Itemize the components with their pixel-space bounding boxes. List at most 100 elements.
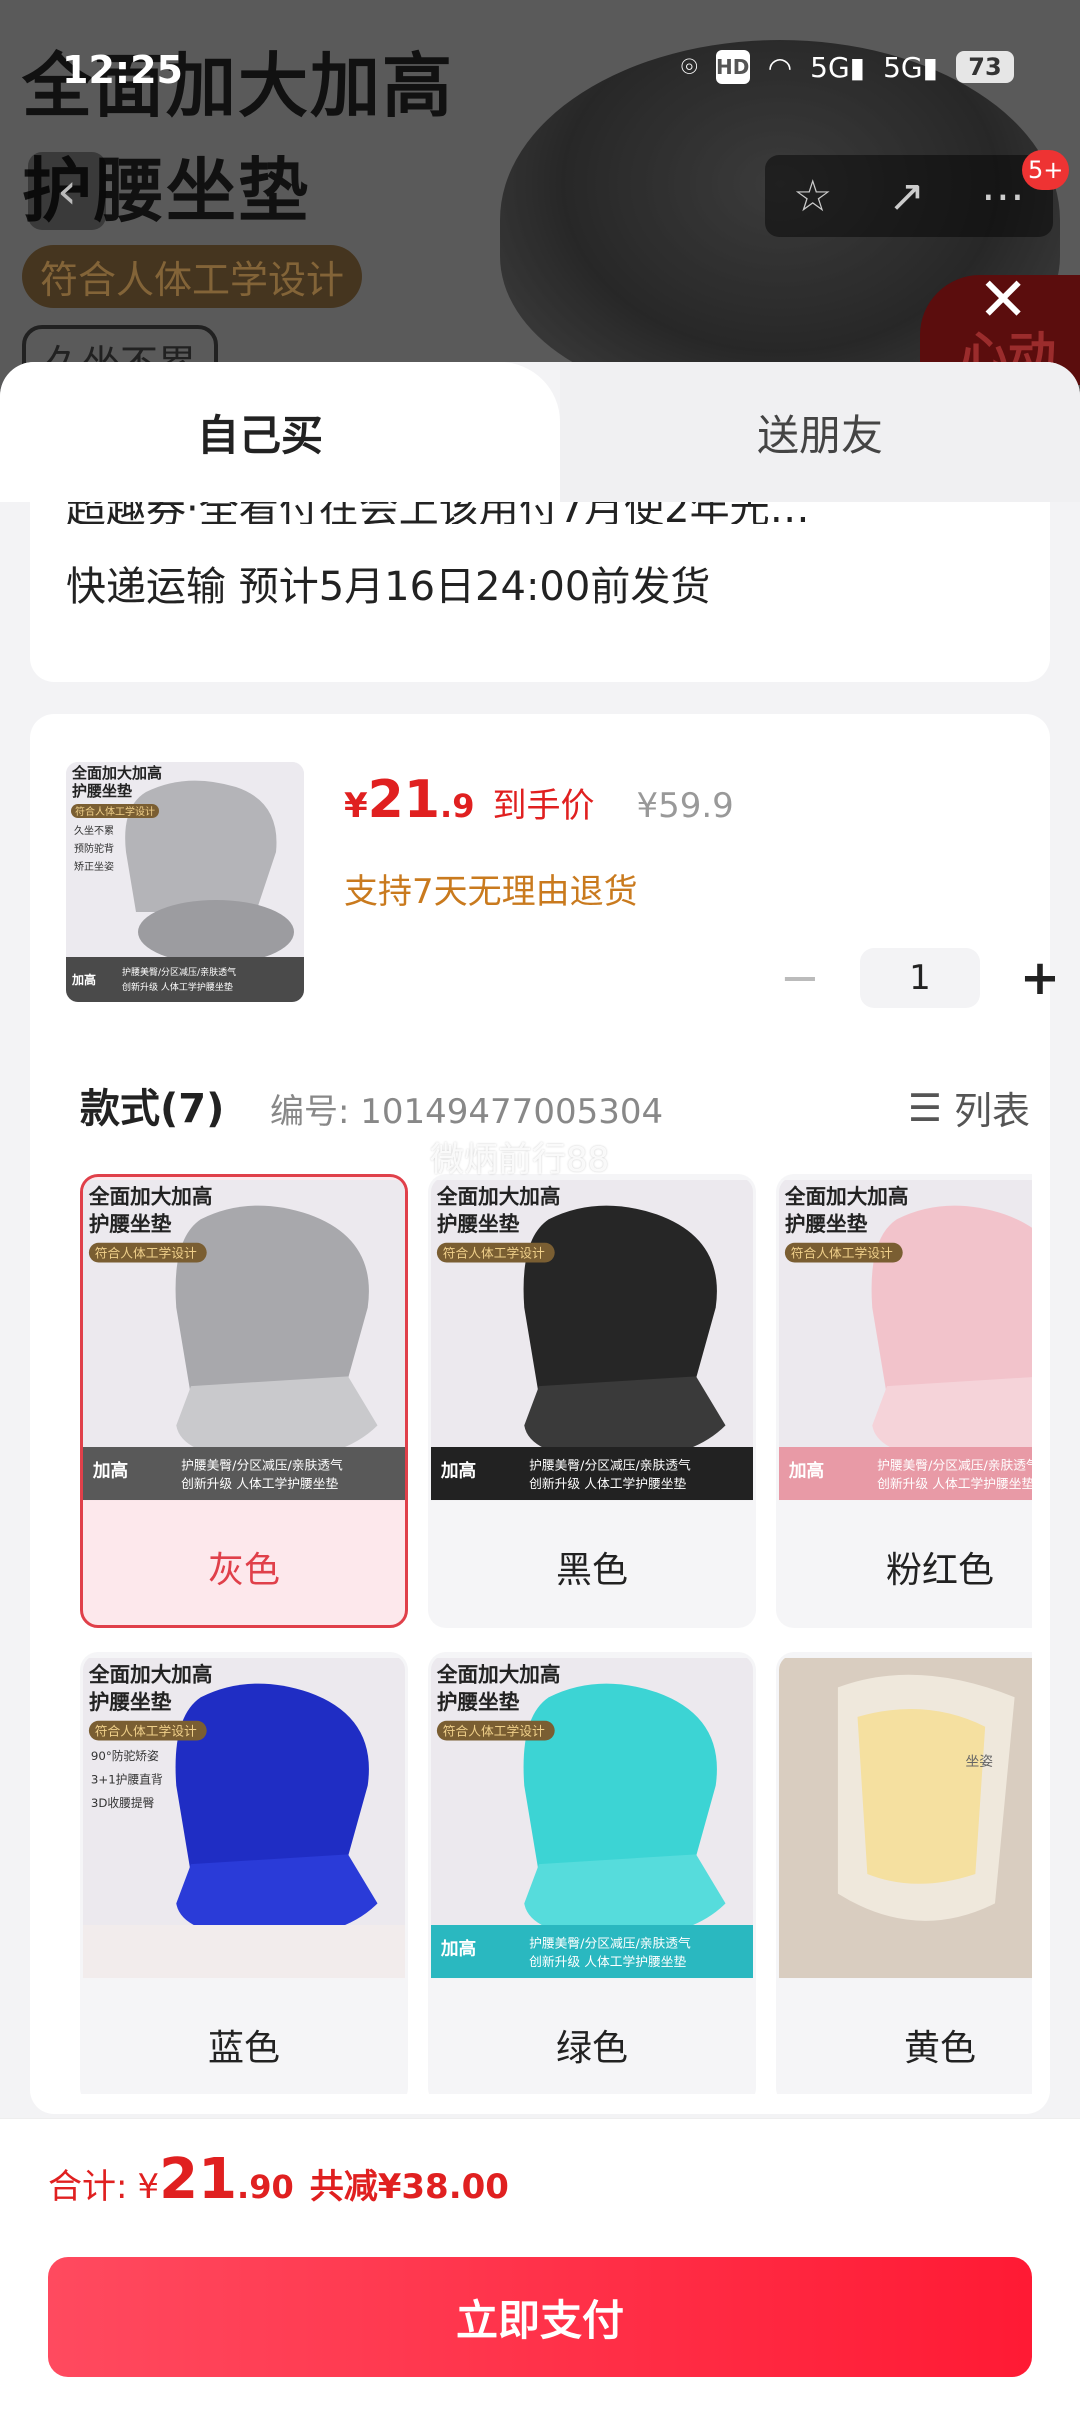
battery-icon: 73	[956, 51, 1014, 83]
saved-amount: 共减¥38.00	[309, 2167, 509, 2207]
svg-text:久坐不累: 久坐不累	[74, 825, 114, 837]
tab-gift-friend[interactable]: 送朋友	[560, 362, 1080, 502]
pay-now-button[interactable]: 立即支付	[48, 2257, 1032, 2377]
cart-count-badge: 5+	[1022, 150, 1070, 190]
list-view-button[interactable]: ☰ 列表	[908, 1080, 1030, 1135]
style-option-yellow[interactable]: 坐姿 黄色	[776, 1652, 1032, 2094]
option-image-pink: 全面加大加高 护腰坐垫 符合人体工学设计 加高 护腰美臀/分区减压/亲肤透气 创…	[779, 1179, 1032, 1501]
status-time: 12:25	[62, 48, 183, 92]
price-row: ¥21.9 到手价 ¥59.9	[344, 770, 734, 830]
plus-button[interactable]: +	[1010, 948, 1070, 1008]
shipping-card: 超趣券·全看付在会上该用付7月使2年光… 快递运输 预计5月16日24:00前发…	[30, 502, 1050, 682]
svg-text:预防驼背: 预防驼背	[74, 842, 114, 855]
option-image-black: 全面加大加高 护腰坐垫 符合人体工学设计 加高 护腰美臀/分区减压/亲肤透气 创…	[431, 1179, 753, 1501]
svg-text:符合人体工学设计: 符合人体工学设计	[443, 1724, 545, 1740]
style-option-black[interactable]: 全面加大加高 护腰坐垫 符合人体工学设计 加高 护腰美臀/分区减压/亲肤透气 创…	[428, 1174, 756, 1628]
screen: { "status_bar": {"time": "12:25", "hd": …	[0, 0, 1080, 2412]
style-option-gray[interactable]: 全面加大加高 护腰坐垫 符合人体工学设计 加高 护腰美臀/分区减压/亲肤透气 创…	[80, 1174, 408, 1628]
style-option-green[interactable]: 全面加大加高 护腰坐垫 符合人体工学设计 加高 护腰美臀/分区减压/亲肤透气 创…	[428, 1652, 756, 2094]
price-main: ¥21.9	[344, 770, 475, 830]
option-image-yellow: 坐姿	[779, 1657, 1032, 1979]
svg-text:全面加大加高: 全面加大加高	[436, 1663, 561, 1687]
original-price: ¥59.9	[636, 786, 734, 826]
svg-text:加高: 加高	[71, 972, 96, 987]
svg-text:护腰美臀/分区减压/亲肤透气: 护腰美臀/分区减压/亲肤透气	[529, 1936, 691, 1952]
chevron-left-icon: ‹	[57, 162, 77, 220]
svg-text:护腰美臀/分区减压/亲肤透气: 护腰美臀/分区减压/亲肤透气	[529, 1458, 691, 1474]
svg-text:护腰美臀/分区减压/亲肤透气: 护腰美臀/分区减压/亲肤透气	[122, 966, 236, 978]
svg-text:90°防驼矫姿: 90°防驼矫姿	[91, 1749, 159, 1763]
svg-text:全面加大加高: 全面加大加高	[71, 764, 162, 782]
option-label: 黑色	[555, 1550, 628, 1591]
close-icon[interactable]: ✕	[978, 270, 1028, 330]
option-label: 黄色	[903, 2028, 976, 2069]
delivery-info: 快递运输 预计5月16日24:00前发货	[66, 564, 711, 610]
product-thumbnail[interactable]: 全面加大加高 护腰坐垫 符合人体工学设计 久坐不累 预防驼背 矫正坐姿 加高 护…	[66, 762, 304, 1002]
style-option-pink[interactable]: 全面加大加高 护腰坐垫 符合人体工学设计 加高 护腰美臀/分区减压/亲肤透气 创…	[776, 1174, 1032, 1628]
svg-text:3D收腰提臀: 3D收腰提臀	[91, 1796, 155, 1810]
svg-text:创新升级 人体工学护腰坐垫: 创新升级 人体工学护腰坐垫	[181, 1476, 338, 1492]
list-icon: ☰	[907, 1085, 942, 1130]
option-label: 灰色	[207, 1550, 280, 1591]
quantity-value[interactable]: 1	[860, 948, 980, 1008]
option-label: 绿色	[555, 2028, 628, 2069]
favorite-star-icon[interactable]: ☆	[793, 171, 832, 222]
quantity-stepper: − 1 +	[770, 948, 1070, 1008]
svg-text:护腰美臀/分区减压/亲肤透气: 护腰美臀/分区减压/亲肤透气	[181, 1458, 343, 1474]
svg-text:符合人体工学设计: 符合人体工学设计	[791, 1246, 893, 1262]
svg-text:全面加大加高: 全面加大加高	[784, 1185, 909, 1209]
svg-text:创新升级 人体工学护腰坐垫: 创新升级 人体工学护腰坐垫	[877, 1476, 1032, 1492]
svg-text:全面加大加高: 全面加大加高	[88, 1663, 213, 1687]
back-button[interactable]: ‹	[28, 152, 106, 230]
location-icon: ⌾	[680, 50, 698, 83]
svg-text:符合人体工学设计: 符合人体工学设计	[95, 1724, 197, 1740]
svg-text:创新升级 人体工学护腰坐垫: 创新升级 人体工学护腰坐垫	[529, 1476, 686, 1492]
product-code: 编号: 10149477005304	[270, 1092, 664, 1132]
share-icon[interactable]: ↗	[888, 171, 925, 222]
signal-icon-1: 5G▮	[810, 50, 866, 84]
minus-button[interactable]: −	[770, 948, 830, 1008]
checkout-footer: 合计: ¥ 21 .90 共减¥38.00 立即支付	[0, 2118, 1080, 2412]
svg-text:加高: 加高	[440, 1459, 476, 1481]
watermark-text: 微炳前行88	[430, 1140, 610, 1180]
product-card: 全面加大加高 护腰坐垫 符合人体工学设计 久坐不累 预防驼背 矫正坐姿 加高 护…	[30, 714, 1060, 2114]
style-options-grid: 全面加大加高 护腰坐垫 符合人体工学设计 加高 护腰美臀/分区减压/亲肤透气 创…	[80, 1174, 1032, 2094]
svg-text:创新升级 人体工学护腰坐垫: 创新升级 人体工学护腰坐垫	[529, 1954, 686, 1970]
svg-text:护腰坐垫: 护腰坐垫	[89, 1212, 172, 1236]
total-price: 合计: ¥ 21 .90 共减¥38.00	[48, 2147, 509, 2212]
svg-text:符合人体工学设计: 符合人体工学设计	[75, 805, 155, 818]
thumbnail-art: 全面加大加高 护腰坐垫 符合人体工学设计 久坐不累 预防驼背 矫正坐姿 加高 护…	[66, 762, 304, 1002]
hd-icon: HD	[715, 50, 750, 84]
refund-policy: 支持7天无理由退货	[344, 872, 638, 912]
top-actions: ☆ ↗ ⋯	[765, 155, 1053, 237]
wifi-icon: ◠	[767, 50, 793, 84]
svg-text:矫正坐姿: 矫正坐姿	[74, 860, 114, 873]
option-image-gray: 全面加大加高 护腰坐垫 符合人体工学设计 加高 护腰美臀/分区减压/亲肤透气 创…	[83, 1179, 405, 1501]
svg-text:护腰坐垫: 护腰坐垫	[72, 782, 132, 800]
purchase-tabs: 送朋友 自己买	[0, 362, 1080, 502]
svg-text:符合人体工学设计: 符合人体工学设计	[443, 1246, 545, 1262]
more-icon[interactable]: ⋯	[981, 171, 1025, 222]
svg-text:加高: 加高	[440, 1937, 476, 1959]
promo-text-cut: 超趣券·全看付在会上该用付7月使2年光…	[66, 502, 1026, 524]
svg-text:护腰坐垫: 护腰坐垫	[785, 1212, 868, 1236]
svg-text:创新升级 人体工学护腰坐垫: 创新升级 人体工学护腰坐垫	[122, 981, 233, 993]
style-option-blue[interactable]: 全面加大加高 护腰坐垫 符合人体工学设计 90°防驼矫姿 3+1护腰直背 3D收…	[80, 1652, 408, 2094]
svg-text:符合人体工学设计: 符合人体工学设计	[95, 1246, 197, 1262]
style-title: 款式(7)	[80, 1086, 225, 1132]
svg-text:全面加大加高: 全面加大加高	[88, 1185, 213, 1209]
svg-text:护腰坐垫: 护腰坐垫	[437, 1212, 520, 1236]
option-label: 粉红色	[885, 1550, 994, 1591]
tab-buy-self[interactable]: 自己买	[0, 362, 560, 502]
svg-text:护腰坐垫: 护腰坐垫	[89, 1690, 172, 1714]
svg-text:全面加大加高: 全面加大加高	[436, 1185, 561, 1209]
svg-text:护腰美臀/分区减压/亲肤透气: 护腰美臀/分区减压/亲肤透气	[877, 1458, 1032, 1474]
svg-text:加高: 加高	[92, 1459, 128, 1481]
svg-text:护腰坐垫: 护腰坐垫	[437, 1690, 520, 1714]
status-bar: 12:25 ⌾ HD ◠ 5G▮ 5G▮ 73	[0, 0, 1080, 140]
style-header: 款式(7) 编号: 10149477005304 ☰ 列表	[80, 1070, 1030, 1140]
svg-text:坐姿: 坐姿	[966, 1754, 994, 1770]
purchase-sheet: 送朋友 自己买 超趣券·全看付在会上该用付7月使2年光… 快递运输 预计5月16…	[0, 362, 1080, 2412]
price-label: 到手价	[492, 786, 595, 826]
svg-text:加高: 加高	[788, 1459, 824, 1481]
